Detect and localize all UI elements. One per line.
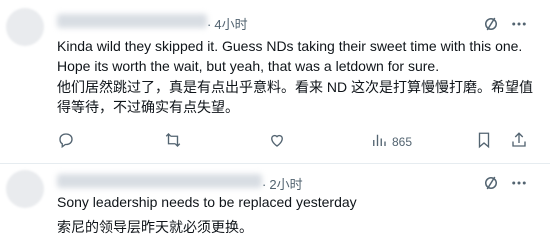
bookmark-icon: [475, 131, 493, 154]
share-icon: [510, 131, 528, 154]
more-icon[interactable]: [508, 13, 530, 35]
repost-icon: [164, 131, 182, 154]
views-count: 865: [392, 135, 413, 149]
reply-post[interactable]: · 2小时 Sony leadership needs to be replace…: [0, 164, 550, 245]
share-button[interactable]: [510, 130, 528, 154]
reply-button[interactable]: [57, 130, 75, 154]
post-actions: 865: [57, 130, 537, 154]
grok-icon[interactable]: [480, 172, 502, 194]
avatar[interactable]: [6, 170, 44, 208]
reply-post[interactable]: · 4小时 Kinda wild they skipped it. Guess N…: [0, 0, 550, 164]
post-translation: 索尼的领导层昨天就必须更换。: [57, 219, 253, 235]
views-button[interactable]: 865: [370, 130, 412, 154]
reply-icon: [57, 131, 75, 154]
post-timestamp[interactable]: · 4小时: [207, 14, 248, 33]
like-icon: [268, 131, 286, 154]
author-name-redacted[interactable]: [57, 174, 262, 188]
avatar[interactable]: [6, 8, 44, 46]
views-icon: [370, 131, 388, 154]
like-button[interactable]: [268, 130, 286, 154]
post-timestamp[interactable]: · 2小时: [262, 174, 303, 193]
post-text: Sony leadership needs to be replaced yes…: [57, 194, 357, 210]
repost-button[interactable]: [164, 130, 182, 154]
post-text: Kinda wild they skipped it. Guess NDs ta…: [57, 38, 523, 74]
bookmark-button[interactable]: [475, 130, 493, 154]
author-name-redacted[interactable]: [57, 14, 207, 28]
post-translation: 他们居然跳过了，真是有点出乎意料。看来 ND 这次是打算慢慢打磨。希望值 得等待…: [57, 79, 533, 115]
grok-icon[interactable]: [480, 13, 502, 35]
more-icon[interactable]: [508, 172, 530, 194]
